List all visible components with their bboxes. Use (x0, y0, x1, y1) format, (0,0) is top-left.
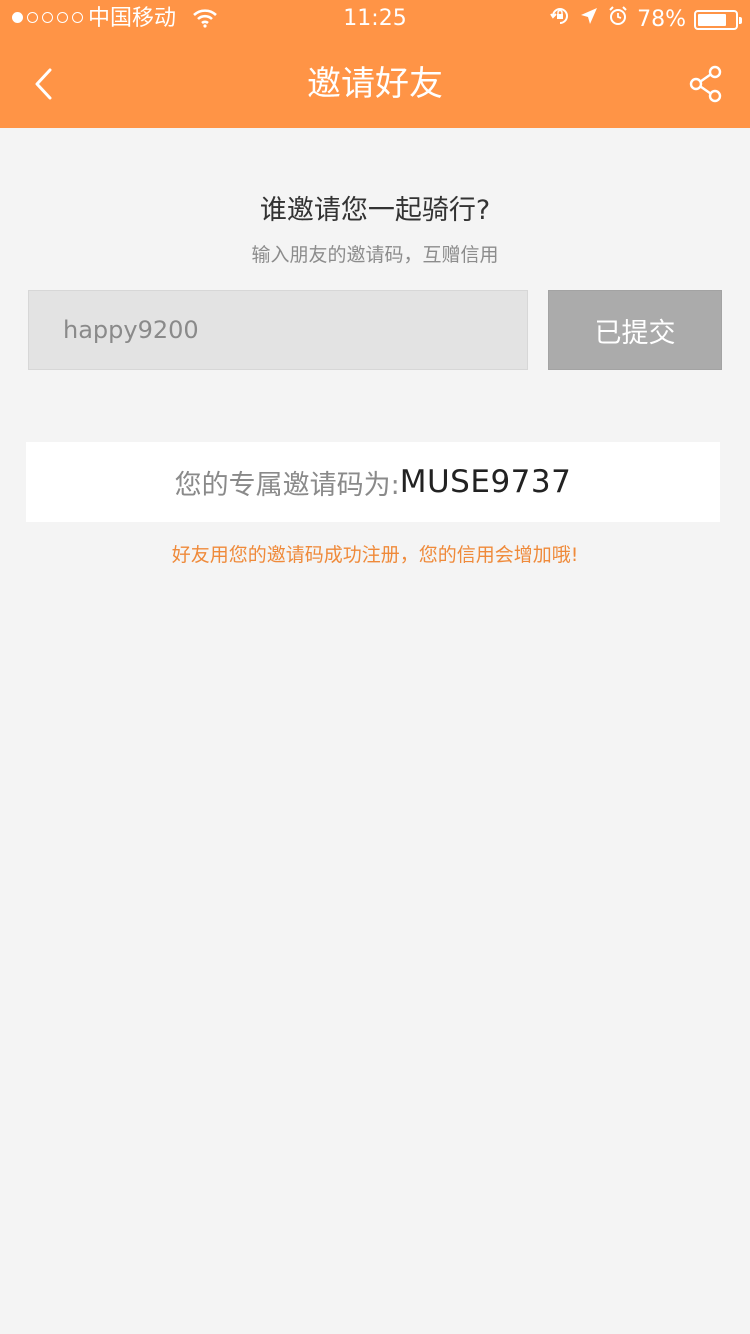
my-invite-code-value: MUSE9737 (399, 464, 572, 500)
invite-reward-note: 好友用您的邀请码成功注册，您的信用会增加哦! (171, 544, 579, 566)
top-bar: 中国移动 11:25 78% 邀请好友 (0, 0, 750, 128)
battery-percent: 78% (637, 7, 686, 32)
my-invite-code-card: 您的专属邀请码为: MUSE9737 (26, 442, 720, 522)
alarm-icon (607, 5, 629, 35)
status-right-group: 78% (549, 5, 742, 35)
my-invite-code-label: 您的专属邀请码为: (174, 469, 400, 501)
invite-code-field[interactable] (28, 290, 528, 370)
page-title: 邀请好友 (307, 64, 443, 104)
rotation-lock-icon (549, 5, 571, 35)
share-icon (689, 65, 722, 103)
invite-code-input[interactable] (29, 291, 527, 369)
battery-icon (694, 10, 742, 30)
share-button[interactable] (684, 62, 728, 106)
invite-heading: 谁邀请您一起骑行? (259, 195, 491, 226)
location-arrow-icon (579, 6, 599, 34)
invite-subheading: 输入朋友的邀请码，互赠信用 (251, 244, 499, 266)
submit-button[interactable]: 已提交 (548, 290, 722, 370)
status-bar: 中国移动 11:25 78% (0, 0, 750, 40)
navigation-bar: 邀请好友 (0, 40, 750, 128)
